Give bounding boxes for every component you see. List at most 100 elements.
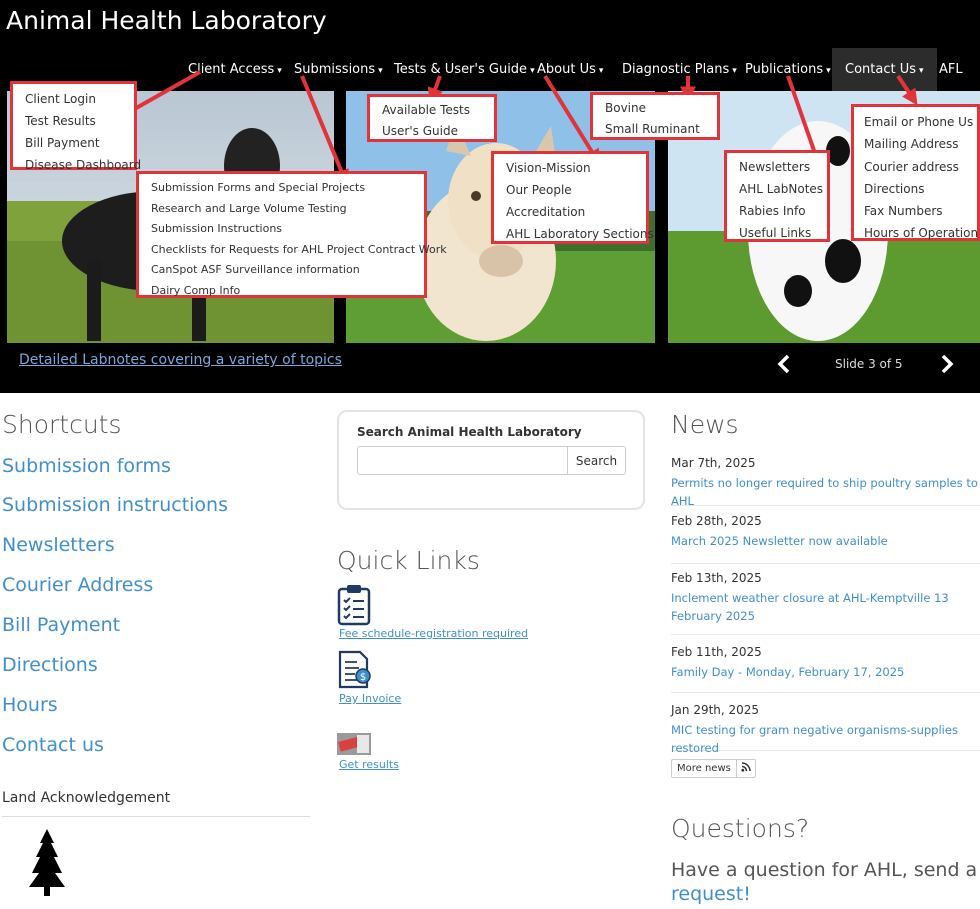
- nav-afl[interactable]: AFL: [939, 48, 963, 91]
- news-item: Jan 29th, 2025 MIC testing for gram nega…: [671, 703, 980, 755]
- menu-item-rabies-info[interactable]: Rabies Info: [739, 200, 827, 222]
- menu-item-our-people[interactable]: Our People: [506, 179, 646, 201]
- dropdown-submissions: Submission Forms and Special Projects Re…: [136, 171, 447, 298]
- menu-item-disease-dashboard[interactable]: Disease Dashboard: [25, 154, 141, 176]
- menu-item-submission-forms[interactable]: Submission Forms and Special Projects: [151, 178, 424, 199]
- menu-item-courier-address[interactable]: Courier address: [864, 156, 977, 178]
- shortcut-submission-forms[interactable]: Submission forms: [2, 455, 171, 477]
- news-item: Feb 28th, 2025 March 2025 Newsletter now…: [671, 514, 980, 564]
- nav-submissions[interactable]: Submissions ▾: [294, 48, 383, 91]
- caret-down-icon: ▾: [598, 66, 604, 76]
- nav-contact-us[interactable]: Contact Us ▾: [832, 48, 937, 91]
- nav-about-us[interactable]: About Us ▾: [537, 48, 603, 91]
- results-icon[interactable]: [337, 733, 371, 755]
- shortcut-submission-instructions[interactable]: Submission instructions: [2, 494, 228, 516]
- request-link[interactable]: request!: [671, 883, 751, 905]
- news-headline-link[interactable]: Inclement weather closure at AHL-Kemptvi…: [671, 589, 980, 625]
- caret-down-icon: ▾: [277, 66, 282, 76]
- more-news-label: More news: [672, 760, 737, 777]
- shortcut-contact-us[interactable]: Contact us: [2, 734, 104, 756]
- news-item: Mar 7th, 2025 Permits no longer required…: [671, 456, 980, 508]
- menu-item-test-results[interactable]: Test Results: [25, 110, 134, 132]
- caret-down-icon: ▾: [530, 66, 535, 76]
- shortcut-newsletters[interactable]: Newsletters: [2, 534, 115, 556]
- news-heading: News: [671, 410, 739, 439]
- menu-item-ahl-labnotes[interactable]: AHL LabNotes: [739, 178, 827, 200]
- dropdown-contact-us: Email or Phone Us Mailing Address Courie…: [851, 104, 980, 241]
- menu-item-small-ruminant[interactable]: Small Ruminant: [605, 119, 717, 140]
- news-date: Jan 29th, 2025: [671, 703, 760, 717]
- news-date: Feb 13th, 2025: [671, 571, 762, 585]
- nav-publications[interactable]: Publications ▾: [745, 48, 831, 91]
- quick-link-get-results[interactable]: Get results: [339, 758, 399, 771]
- menu-item-newsletters[interactable]: Newsletters: [739, 156, 827, 178]
- rss-icon[interactable]: [737, 762, 755, 775]
- menu-item-useful-links[interactable]: Useful Links: [739, 222, 827, 244]
- clipboard-icon[interactable]: [337, 584, 371, 626]
- questions-text: Have a question for AHL, send a request!: [671, 858, 980, 906]
- menu-item-vision-mission[interactable]: Vision-Mission: [506, 157, 646, 179]
- menu-item-hours[interactable]: Hours of Operation: [864, 222, 978, 244]
- menu-item-accreditation[interactable]: Accreditation: [506, 201, 646, 223]
- menu-item-client-login[interactable]: Client Login: [25, 88, 134, 110]
- news-date: Feb 28th, 2025: [671, 514, 762, 528]
- nav-tests-guide[interactable]: Tests & User's Guide ▾: [394, 48, 535, 91]
- nav-client-access[interactable]: Client Access ▾: [188, 48, 282, 91]
- menu-item-fax-numbers[interactable]: Fax Numbers: [864, 200, 977, 222]
- news-item: Feb 11th, 2025 Family Day - Monday, Febr…: [671, 645, 980, 693]
- dropdown-diagnostic-plans: Bovine Small Ruminant: [590, 92, 720, 140]
- search-button[interactable]: Search: [567, 446, 626, 475]
- news-headline-link[interactable]: Permits no longer required to ship poult…: [671, 474, 980, 510]
- menu-item-mailing-address[interactable]: Mailing Address: [864, 133, 977, 155]
- shortcut-bill-payment[interactable]: Bill Payment: [2, 614, 120, 636]
- news-headline-link[interactable]: March 2025 Newsletter now available: [671, 532, 980, 550]
- menu-item-submission-instructions[interactable]: Submission Instructions: [151, 219, 424, 240]
- menu-item-bill-payment[interactable]: Bill Payment: [25, 132, 134, 154]
- news-headline-link[interactable]: Family Day - Monday, February 17, 2025: [671, 663, 980, 681]
- menu-item-bovine[interactable]: Bovine: [605, 98, 717, 119]
- shortcuts-heading: Shortcuts: [2, 410, 122, 439]
- more-news-button[interactable]: More news: [671, 759, 756, 778]
- search-input[interactable]: [357, 446, 568, 475]
- questions-prompt: Have a question for AHL, send a: [671, 859, 978, 881]
- menu-item-checklists[interactable]: Checklists for Requests for AHL Project …: [151, 240, 447, 261]
- news-date: Feb 11th, 2025: [671, 645, 762, 659]
- quick-links-heading: Quick Links: [337, 546, 480, 575]
- menu-item-dairy-comp[interactable]: Dairy Comp Info: [151, 281, 424, 302]
- news-headline-link[interactable]: MIC testing for gram negative organisms-…: [671, 721, 980, 757]
- slide-caption-link[interactable]: Detailed Labnotes covering a variety of …: [19, 352, 342, 368]
- shortcut-courier-address[interactable]: Courier Address: [2, 574, 153, 596]
- main-nav: Client Access ▾ Submissions ▾ Tests & User…: [0, 48, 980, 91]
- dropdown-about-us: Vision-Mission Our People Accreditation …: [491, 151, 654, 245]
- shortcut-directions[interactable]: Directions: [2, 654, 98, 676]
- news-date: Mar 7th, 2025: [671, 456, 756, 470]
- quick-link-pay-invoice[interactable]: Pay Invoice: [339, 692, 401, 705]
- caret-down-icon: ▾: [732, 66, 737, 76]
- menu-item-canspot[interactable]: CanSpot ASF Surveillance information: [151, 260, 424, 281]
- search-label: Search Animal Health Laboratory: [357, 425, 582, 439]
- quick-link-fee-schedule[interactable]: Fee schedule-registration required: [339, 627, 528, 640]
- nav-diagnostic-plans[interactable]: Diagnostic Plans ▾: [622, 48, 737, 91]
- menu-item-research-testing[interactable]: Research and Large Volume Testing: [151, 199, 424, 220]
- menu-item-email-phone[interactable]: Email or Phone Us: [864, 111, 977, 133]
- menu-item-directions[interactable]: Directions: [864, 178, 977, 200]
- caret-down-icon: ▾: [919, 66, 924, 76]
- svg-text:$: $: [360, 672, 366, 683]
- menu-item-users-guide[interactable]: User's Guide: [382, 121, 494, 142]
- land-acknowledgement-heading[interactable]: Land Acknowledgement: [2, 790, 170, 806]
- menu-item-lab-sections[interactable]: AHL Laboratory Sections: [506, 223, 654, 245]
- dropdown-tests-guide: Available Tests User's Guide: [367, 94, 497, 142]
- pine-tree-icon: [29, 829, 65, 896]
- dropdown-client-access: Client Login Test Results Bill Payment D…: [10, 81, 141, 172]
- chevron-left-icon[interactable]: [774, 352, 794, 376]
- shortcut-hours[interactable]: Hours: [2, 694, 58, 716]
- chevron-right-icon[interactable]: [937, 352, 957, 376]
- slide-counter: Slide 3 of 5: [835, 357, 903, 371]
- site-title[interactable]: Animal Health Laboratory: [6, 6, 327, 35]
- menu-item-available-tests[interactable]: Available Tests: [382, 100, 494, 121]
- divider: [2, 816, 310, 817]
- dropdown-publications: Newsletters AHL LabNotes Rabies Info Use…: [724, 150, 830, 242]
- caret-down-icon: ▾: [378, 66, 383, 76]
- invoice-icon[interactable]: $: [337, 650, 373, 690]
- search-panel: Search Animal Health Laboratory Search: [337, 410, 645, 510]
